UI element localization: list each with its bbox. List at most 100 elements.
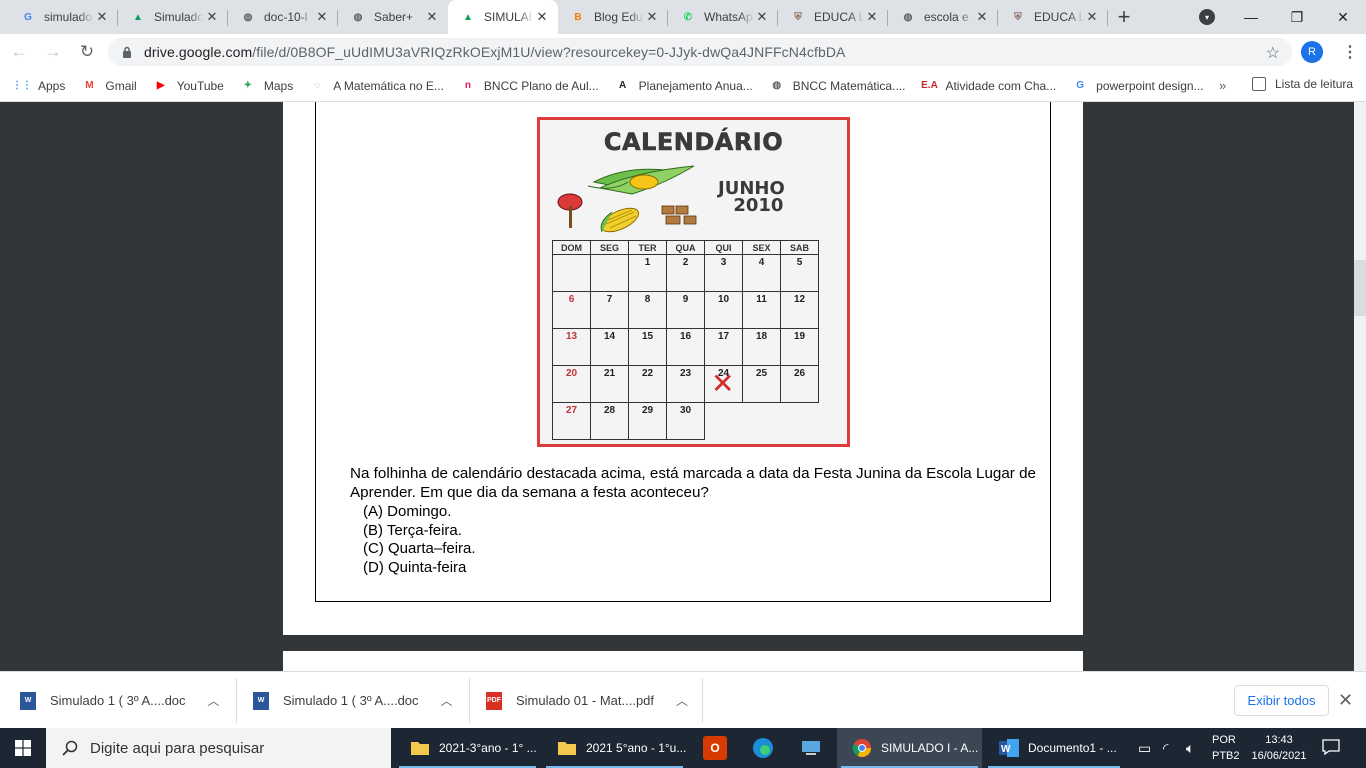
bookmark-star-icon[interactable]: ☆ xyxy=(1266,43,1280,63)
input-language-indicator[interactable]: POR PTB2 xyxy=(1212,732,1240,764)
close-tab-icon[interactable]: ✕ xyxy=(94,9,110,25)
close-tab-icon[interactable]: ✕ xyxy=(534,9,550,25)
browser-tab[interactable]: ◍ escola e ✕ xyxy=(888,0,998,34)
browser-menu-icon[interactable]: ⋮ xyxy=(1340,40,1360,64)
scrollbar-thumb[interactable] xyxy=(1354,260,1366,316)
calendar-day: 23 xyxy=(666,365,705,403)
chevron-up-icon[interactable]: ︿ xyxy=(208,692,220,709)
browser-tab[interactable]: ◍ doc-10-l ✕ xyxy=(228,0,338,34)
restore-button[interactable]: ❐ xyxy=(1274,0,1320,34)
browser-tab[interactable]: ⛨ EDUCA L ✕ xyxy=(778,0,888,34)
download-shelf: Exibir todos ✕ W Simulado 1 ( 3º A....doc… xyxy=(0,671,1366,728)
calendar-day: 17 xyxy=(704,328,743,366)
network-tray-icon[interactable]: ▭ xyxy=(1138,728,1151,768)
bookmark-item[interactable]: ⋮⋮ Apps xyxy=(12,78,65,94)
taskbar-app-button[interactable]: SIMULADO I - A... xyxy=(837,728,982,768)
taskbar-search-box[interactable]: Digite aqui para pesquisar xyxy=(46,728,391,768)
search-icon xyxy=(62,740,78,756)
download-item[interactable]: W Simulado 1 ( 3º A....doc ︿ xyxy=(20,672,220,729)
close-tab-icon[interactable]: ✕ xyxy=(314,9,330,25)
bookmark-item[interactable]: ✦ Maps xyxy=(240,78,294,94)
bookmark-label: Gmail xyxy=(105,78,137,93)
browser-tab[interactable]: Gsimulado ✕ xyxy=(8,0,118,34)
bookmark-label: BNCC Matemática.... xyxy=(792,78,906,93)
weekday-header: SEX xyxy=(742,240,781,255)
download-item[interactable]: W Simulado 1 ( 3º A....doc ︿ xyxy=(253,672,453,729)
scrollbar-track[interactable] xyxy=(1354,102,1366,671)
edge-icon[interactable] xyxy=(751,736,775,760)
more-bookmarks-icon[interactable]: » xyxy=(1219,78,1226,93)
tab-search-icon[interactable]: ▾ xyxy=(1199,9,1215,25)
calendar-title: CALENDÁRIO xyxy=(603,128,784,157)
bookmark-item[interactable]: ◌ A Matemática no E... xyxy=(309,78,444,94)
bookmark-item[interactable]: M Gmail xyxy=(81,78,137,94)
browser-tab[interactable]: ▲ Simulado ✕ xyxy=(118,0,228,34)
n-icon: n xyxy=(464,80,471,91)
calendar-week-row: 27 28 29 30 xyxy=(552,402,819,440)
close-tab-icon[interactable]: ✕ xyxy=(974,9,990,25)
cross-mark-icon: ✕ xyxy=(711,367,735,400)
lock-icon[interactable] xyxy=(120,45,134,59)
forward-button[interactable]: → xyxy=(38,37,68,67)
youtube-icon: ▶ xyxy=(156,80,165,91)
tab-title: EDUCA L xyxy=(814,10,864,24)
close-tab-icon[interactable]: ✕ xyxy=(204,9,220,25)
profile-avatar[interactable]: R xyxy=(1301,41,1323,63)
weekday-header: SAB xyxy=(780,240,819,255)
browser-tab[interactable]: ▲ SIMULAI ✕ xyxy=(448,0,558,34)
browser-tab[interactable]: ◍ Saber+ ✕ xyxy=(338,0,448,34)
system-clock[interactable]: 13:43 16/06/2021 xyxy=(1249,732,1309,764)
close-tab-icon[interactable]: ✕ xyxy=(1084,9,1100,25)
browser-tab[interactable]: B Blog Edu ✕ xyxy=(558,0,668,34)
folder-icon xyxy=(409,738,431,758)
bookmark-item[interactable]: ◍ BNCC Matemática.... xyxy=(769,78,906,94)
download-item[interactable]: PDF Simulado 01 - Mat....pdf ︿ xyxy=(486,672,688,729)
wifi-tray-icon[interactable]: ◜ xyxy=(1163,728,1168,768)
calendar-day: 9 xyxy=(666,291,705,329)
bookmark-item[interactable]: A Planejamento Anua... xyxy=(615,78,753,94)
new-tab-button[interactable]: + xyxy=(1108,0,1140,34)
address-bar[interactable]: drive.google.com/file/d/0B8OF_uUdIMU3aVR… xyxy=(108,38,1292,66)
browser-tab[interactable]: ⛨ EDUCA L ✕ xyxy=(998,0,1108,34)
close-window-button[interactable]: ✕ xyxy=(1320,0,1366,34)
bookmark-item[interactable]: E.A Atividade com Cha... xyxy=(921,78,1056,94)
back-button[interactable]: ← xyxy=(4,37,34,67)
show-all-downloads-button[interactable]: Exibir todos xyxy=(1234,685,1329,716)
close-download-shelf-icon[interactable]: ✕ xyxy=(1338,690,1353,711)
calendar-day: 2 xyxy=(666,254,705,292)
reading-list-label: Lista de leitura xyxy=(1275,77,1354,91)
taskbar-app-button[interactable]: 2021 5°ano - 1°u... xyxy=(542,728,687,768)
volume-tray-icon[interactable]: 🔈︎ xyxy=(1186,728,1194,768)
windows-taskbar: Digite aqui para pesquisar O ▭ ◜ 🔈︎ POR … xyxy=(0,728,1366,768)
browser-tab[interactable]: ✆ WhatsAp ✕ xyxy=(668,0,778,34)
start-button[interactable] xyxy=(0,728,46,768)
chevron-up-icon[interactable]: ︿ xyxy=(441,692,453,709)
reading-list-button[interactable]: Lista de leitura xyxy=(1252,77,1353,91)
bookmark-item[interactable]: ▶ YouTube xyxy=(153,78,224,94)
notification-center-icon[interactable] xyxy=(1322,738,1342,758)
taskbar-app-button[interactable]: 2021-3°ano - 1° ... xyxy=(395,728,540,768)
reload-button[interactable]: ↻ xyxy=(72,37,102,67)
download-separator xyxy=(702,678,703,723)
url-text[interactable]: drive.google.com/file/d/0B8OF_uUdIMU3aVR… xyxy=(144,44,845,60)
calendar-day: 25 xyxy=(742,365,781,403)
document-viewer[interactable]: CALENDÁRIO JUNHO 2010 DOM SEG TER QUA QU… xyxy=(0,102,1366,671)
bookmark-item[interactable]: Gpowerpoint design... xyxy=(1072,78,1203,94)
network-pc-icon[interactable] xyxy=(799,736,823,760)
close-tab-icon[interactable]: ✕ xyxy=(424,9,440,25)
close-tab-icon[interactable]: ✕ xyxy=(644,9,660,25)
minimize-button[interactable]: — xyxy=(1228,0,1274,34)
tab-title: Simulado xyxy=(154,10,204,24)
download-separator xyxy=(236,678,237,723)
chevron-up-icon[interactable]: ︿ xyxy=(676,692,688,709)
office-icon[interactable]: O xyxy=(703,736,727,760)
tab-title: Saber+ xyxy=(374,10,414,24)
close-tab-icon[interactable]: ✕ xyxy=(864,9,880,25)
blogger-icon: B xyxy=(574,11,582,23)
bookmark-item[interactable]: n BNCC Plano de Aul... xyxy=(460,78,599,94)
taskbar-app-button[interactable]: W Documento1 - ... xyxy=(984,728,1124,768)
calendar-day: 6 xyxy=(552,291,591,329)
close-tab-icon[interactable]: ✕ xyxy=(754,9,770,25)
calendar-day: 11 xyxy=(742,291,781,329)
taskbar-app-label: Documento1 - ... xyxy=(1028,741,1117,755)
